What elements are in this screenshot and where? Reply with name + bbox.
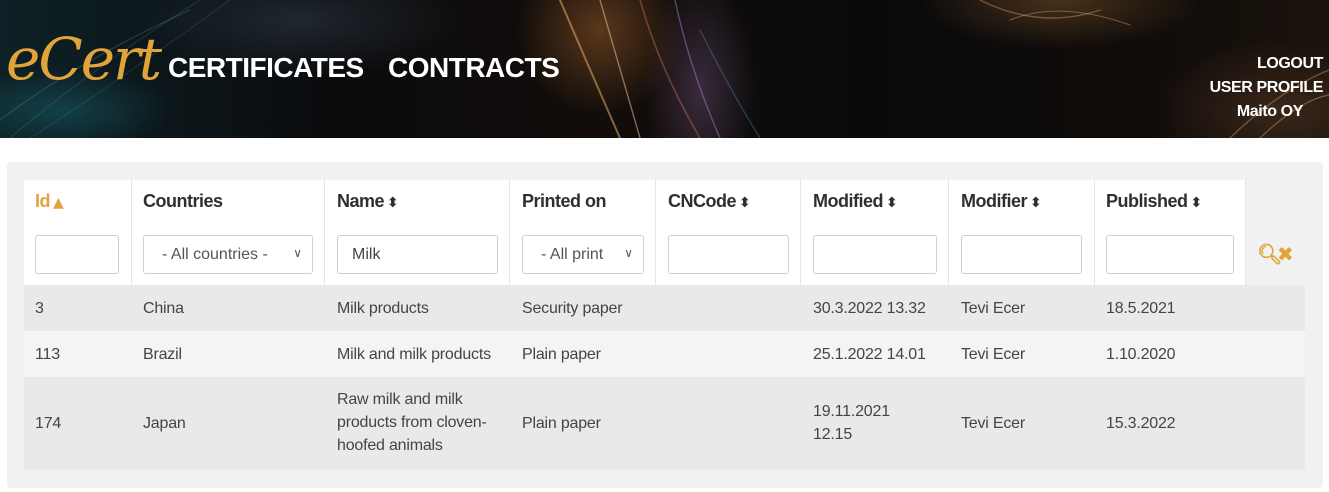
app-header: eCert CERTIFICATES CONTRACTS LOGOUT USER… — [0, 0, 1329, 138]
cell-name: Milk products — [337, 300, 429, 317]
cell-printed-on: Security paper — [522, 300, 623, 317]
ecert-logo[interactable]: eCert — [6, 30, 162, 88]
cell-modified: 25.1.2022 14.01 — [813, 346, 926, 363]
column-header-published[interactable]: Published ⬍ — [1106, 191, 1202, 212]
modified-filter-input[interactable] — [813, 235, 937, 274]
cell-country: Japan — [143, 415, 186, 432]
logout-link[interactable]: LOGOUT — [1210, 52, 1323, 76]
cell-country: China — [143, 300, 184, 317]
chevron-down-icon: ∨ — [624, 246, 633, 260]
printed-on-filter-select[interactable]: - All print ∨ — [522, 235, 644, 274]
user-menu: LOGOUT USER PROFILE Maito OY — [1210, 52, 1324, 124]
close-icon[interactable]: ✖ — [1277, 242, 1294, 267]
cell-modifier: Tevi Ecer — [961, 300, 1025, 317]
nav-contracts[interactable]: CONTRACTS — [388, 52, 560, 84]
countries-filter-value: - All countries - — [162, 245, 268, 263]
cell-published: 1.10.2020 — [1106, 346, 1176, 363]
name-filter-input[interactable] — [337, 235, 498, 274]
modifier-filter-input[interactable] — [961, 235, 1082, 274]
cell-printed-on: Plain paper — [522, 346, 601, 363]
sort-icon: ⬍ — [1030, 195, 1042, 211]
cell-name: Raw milk and milk products from cloven- … — [337, 391, 487, 454]
sort-icon: ⬍ — [739, 195, 751, 211]
column-header-name[interactable]: Name ⬍ — [337, 191, 399, 212]
cell-country: Brazil — [143, 346, 182, 363]
column-header-modified[interactable]: Modified ⬍ — [813, 191, 898, 212]
chevron-down-icon: ∨ — [293, 246, 302, 260]
table-row[interactable]: 113 Brazil Milk and milk products Plain … — [24, 331, 1305, 377]
sort-asc-icon: ▲ — [53, 195, 64, 211]
column-header-modifier[interactable]: Modifier ⬍ — [961, 191, 1042, 212]
cell-id: 3 — [35, 300, 44, 317]
printed-on-filter-value: - All print — [541, 245, 604, 263]
certificates-panel: Id ▲ Countries Name ⬍ Printed on CNCode ⬍ M… — [7, 162, 1323, 488]
column-header-id[interactable]: Id ▲ — [35, 191, 64, 212]
table-row[interactable]: 3 China Milk products Security paper 30.… — [24, 285, 1305, 331]
column-header-printed-on: Printed on — [522, 191, 607, 211]
cell-published: 18.5.2021 — [1106, 300, 1176, 317]
table-row[interactable]: 174 Japan Raw milk and milk products fro… — [24, 377, 1305, 470]
cell-id: 113 — [35, 346, 60, 363]
column-header-countries: Countries — [143, 191, 223, 211]
cell-modified: 19.11.2021 12.15 — [813, 403, 890, 443]
cell-published: 15.3.2022 — [1106, 415, 1176, 432]
cell-name: Milk and milk products — [337, 346, 491, 363]
column-header-cncode[interactable]: CNCode ⬍ — [668, 191, 751, 212]
user-profile-link[interactable]: USER PROFILE — [1210, 76, 1324, 100]
cell-modified: 30.3.2022 13.32 — [813, 300, 926, 317]
company-name: Maito OY — [1236, 103, 1304, 120]
cell-id: 174 — [35, 415, 62, 432]
countries-filter-select[interactable]: - All countries - ∨ — [143, 235, 313, 274]
id-filter-input[interactable] — [35, 235, 119, 274]
nav-certificates[interactable]: CERTIFICATES — [168, 52, 364, 84]
cncode-filter-input[interactable] — [668, 235, 789, 274]
sort-icon: ⬍ — [886, 195, 898, 211]
sort-icon: ⬍ — [1190, 195, 1203, 211]
sort-icon: ⬍ — [387, 195, 399, 211]
cell-modifier: Tevi Ecer — [961, 346, 1025, 363]
cell-modifier: Tevi Ecer — [961, 415, 1025, 432]
cell-printed-on: Plain paper — [522, 415, 601, 432]
published-filter-input[interactable] — [1106, 235, 1234, 274]
